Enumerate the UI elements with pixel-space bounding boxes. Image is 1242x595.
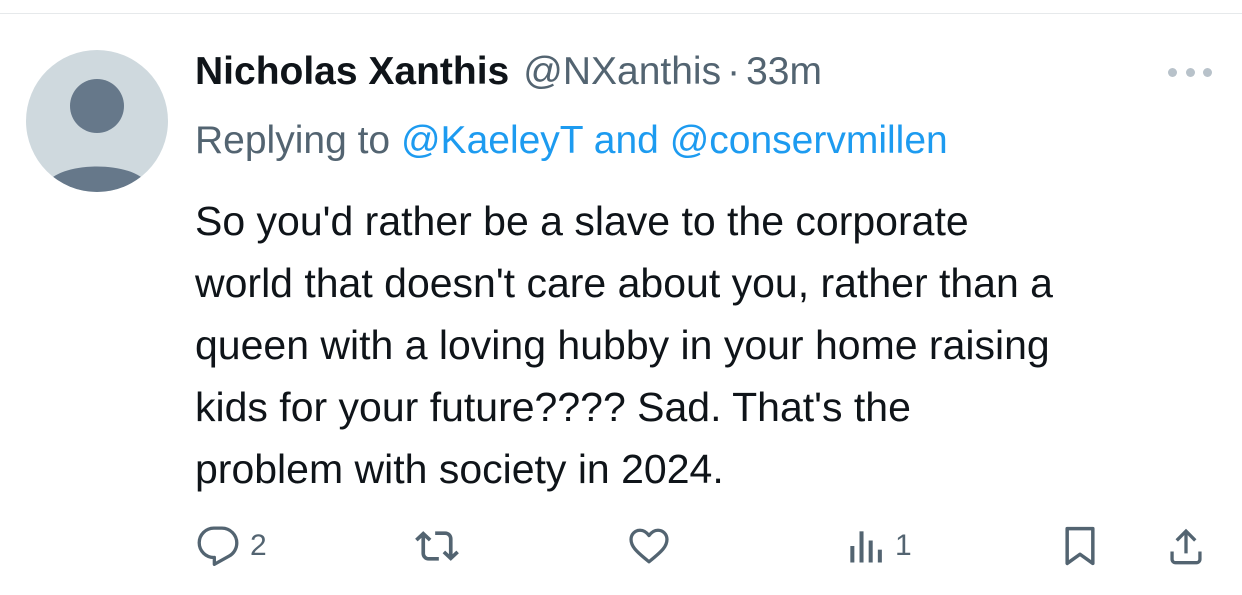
replying-to-line: Replying to @KaeleyT and @conservmillen: [195, 115, 948, 167]
tweet-text: So you'd rather be a slave to the corpor…: [195, 198, 1053, 492]
like-button[interactable]: [627, 520, 671, 572]
share-icon: [1170, 528, 1202, 565]
replying-to-label: Replying to: [195, 119, 391, 162]
header-separator: ·: [727, 50, 741, 93]
avatar[interactable]: [26, 50, 168, 192]
timestamp[interactable]: 33m: [746, 46, 822, 98]
retweet-button[interactable]: [412, 520, 462, 572]
reply-conjunction: and: [593, 119, 659, 162]
bookmark-button[interactable]: [1060, 520, 1100, 572]
views-button[interactable]: 1: [845, 520, 912, 572]
top-divider: [0, 13, 1242, 14]
reply-mention-kaeleyt[interactable]: @KaeleyT: [401, 119, 583, 162]
more-options-icon[interactable]: [1168, 63, 1212, 81]
reply-mention-conservmillen[interactable]: @conservmillen: [670, 119, 948, 162]
heart-icon: [629, 528, 669, 564]
share-button[interactable]: [1164, 520, 1208, 572]
action-bar: 2 1: [0, 520, 1242, 572]
reply-icon: [197, 526, 239, 566]
views-count: 1: [895, 529, 912, 562]
bookmark-icon: [1065, 526, 1095, 566]
tweet-header: Nicholas Xanthis @NXanthis · 33m: [195, 46, 822, 98]
author-handle[interactable]: @NXanthis: [523, 46, 721, 98]
default-avatar-icon: [44, 79, 150, 192]
reply-count: 2: [250, 529, 267, 562]
retweet-icon: [415, 531, 459, 561]
author-name[interactable]: Nicholas Xanthis: [195, 46, 509, 98]
views-icon: [850, 531, 882, 563]
reply-button[interactable]: 2: [196, 520, 267, 572]
